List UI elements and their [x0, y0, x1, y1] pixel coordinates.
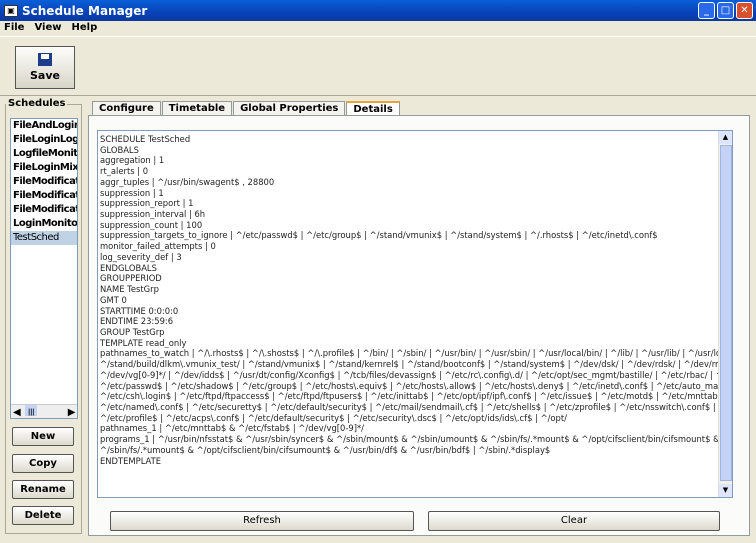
menu-help[interactable]: Help — [71, 21, 97, 35]
detail-line: SCHEDULE TestSched — [100, 134, 191, 144]
scroll-thumb[interactable]: ||| — [25, 405, 37, 416]
list-item[interactable]: FileModificatio — [11, 203, 77, 217]
list-item[interactable]: FileModificatio — [11, 175, 77, 189]
detail-line: GROUPPERIOD — [100, 273, 162, 284]
detail-line: NAME TestGrp — [100, 284, 159, 295]
close-button[interactable]: ✕ — [736, 2, 753, 19]
scroll-right-icon[interactable]: ▶ — [68, 406, 76, 418]
detail-line: ^/stand/build/dlkm\.vmunix_test/ | ^/sta… — [100, 359, 718, 370]
new-button[interactable]: New — [12, 427, 74, 446]
schedules-label: Schedules — [6, 98, 68, 109]
detail-line: ^/etc/named\.conf$ | ^/etc/securetty$ | … — [100, 401, 718, 412]
rename-button[interactable]: Rename — [12, 480, 74, 499]
refresh-button[interactable]: Refresh — [110, 511, 414, 531]
detail-line: rt_alerts | 0 — [100, 166, 149, 177]
detail-line: ^/etc/passwd$ | ^/etc/shadow$ | ^/etc/gr… — [100, 380, 718, 391]
tab-bar: Configure Timetable Global Properties De… — [92, 101, 401, 115]
detail-line: suppression | 1 — [100, 187, 164, 198]
detail-line: ^/etc/csh\.login$ | ^/etc/ftpd/ftpaccess… — [100, 391, 718, 402]
detail-line: GMT 0 — [100, 294, 127, 305]
window-title: Schedule Manager — [22, 3, 148, 18]
maximize-button[interactable]: □ — [717, 2, 734, 19]
detail-line: ENDTEMPLATE — [100, 455, 162, 466]
menu-bar: File View Help — [0, 21, 756, 35]
details-lines: SCHEDULE TestSched GLOBALS aggregation | 1… — [100, 134, 718, 466]
horizontal-scrollbar[interactable]: ◀ ||| ▶ — [11, 404, 77, 418]
list-item[interactable]: FileLoginMixtu — [11, 161, 77, 175]
detail-line: suppression_report | 1 — [100, 198, 194, 209]
detail-line: monitor_failed_attempts | 0 — [100, 241, 216, 252]
scroll-left-icon[interactable]: ◀ — [13, 406, 21, 418]
save-button[interactable]: Save — [15, 46, 75, 89]
details-text-area[interactable]: SCHEDULE TestSched GLOBALS aggregation | 1… — [97, 130, 733, 498]
detail-line: GROUP TestGrp — [100, 326, 165, 337]
schedules-list: FileAndLoginM FileLoginLogfil LogfileMon… — [10, 118, 78, 419]
list-item[interactable]: LoginMonitorin — [11, 217, 77, 231]
detail-line: ENDTIME 23:59:6 — [100, 316, 174, 327]
delete-button[interactable]: Delete — [12, 506, 74, 525]
app-icon: ▣ — [4, 4, 18, 17]
toolbar: Save — [0, 36, 756, 96]
detail-line: GLOBALS — [100, 144, 139, 155]
tab-global-properties[interactable]: Global Properties — [233, 101, 346, 115]
list-item[interactable]: FileLoginLogfil — [11, 133, 77, 147]
save-label: Save — [30, 69, 60, 82]
scroll-up-icon[interactable]: ▲ — [719, 131, 732, 144]
tab-details[interactable]: Details — [346, 101, 400, 115]
detail-line: ENDGLOBALS — [100, 262, 157, 273]
clear-button[interactable]: Clear — [428, 511, 720, 531]
floppy-disk-icon — [38, 53, 52, 66]
list-item-selected[interactable]: TestSched — [11, 231, 77, 245]
detail-line: pathnames_1 | ^/etc/mnttab$ & ^/etc/fsta… — [100, 423, 364, 434]
detail-line: suppression_count | 100 — [100, 219, 203, 230]
detail-line: aggr_tuples | ^/usr/bin/swagent$ , 28800 — [100, 176, 275, 187]
tab-configure[interactable]: Configure — [92, 101, 161, 115]
detail-line: STARTTIME 0:0:0:0 — [100, 305, 179, 316]
minimize-button[interactable]: _ — [698, 2, 715, 19]
detail-line: aggregation | 1 — [100, 155, 165, 166]
detail-line: suppression_targets_to_ignore | ^/etc/pa… — [100, 230, 658, 241]
detail-line: ^/etc/profile$ | ^/etc/acps\.conf$ | ^/e… — [100, 412, 567, 423]
detail-line: ^/sbin/fs/.*umount$ & ^/opt/cifsclient/b… — [100, 444, 551, 455]
scroll-thumb[interactable] — [720, 145, 732, 481]
detail-line: ^/dev/vg[0-9]*/ | ^/dev/idds$ | ^/usr/dt… — [100, 369, 718, 380]
tab-timetable[interactable]: Timetable — [161, 101, 233, 115]
list-item[interactable]: FileModificatio — [11, 189, 77, 203]
detail-line: programs_1 | ^/usr/bin/nfsstat$ & ^/usr/… — [100, 434, 718, 445]
copy-button[interactable]: Copy — [12, 454, 74, 473]
detail-line: suppression_interval | 6h — [100, 209, 206, 220]
scroll-down-icon[interactable]: ▼ — [719, 484, 732, 497]
menu-file[interactable]: File — [4, 21, 24, 35]
detail-line: TEMPLATE read_only — [100, 337, 187, 348]
menu-view[interactable]: View — [34, 21, 61, 35]
list-item[interactable]: FileAndLoginM — [11, 119, 77, 133]
detail-line: pathnames_to_watch | ^/\.rhosts$ | ^/\.s… — [100, 348, 718, 359]
title-bar: ▣ Schedule Manager _ □ ✕ — [0, 0, 756, 21]
detail-line: log_severity_def | 3 — [100, 251, 182, 262]
list-item[interactable]: LogfileMonitori — [11, 147, 77, 161]
vertical-scrollbar[interactable]: ▲ ▼ — [718, 131, 732, 497]
